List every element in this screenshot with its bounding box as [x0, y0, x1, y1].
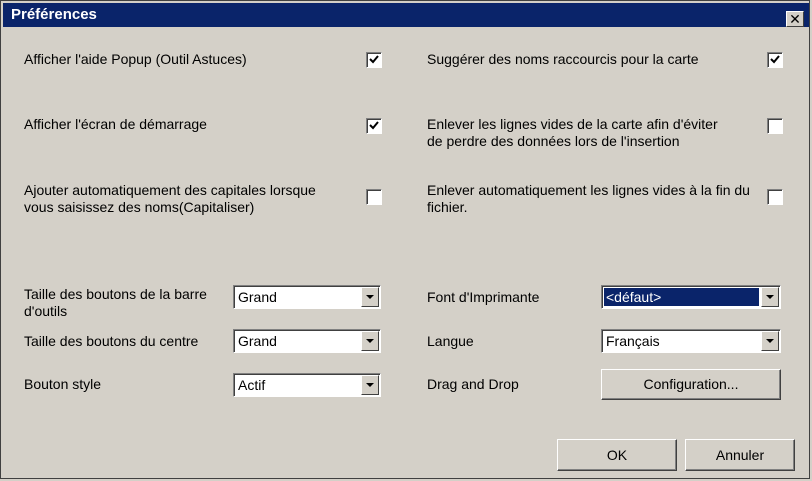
checkmark-icon [369, 121, 379, 130]
printer-font-select[interactable]: <défaut> [601, 285, 781, 309]
button-style-value: Actif [238, 377, 266, 393]
checkmark-icon [770, 55, 780, 64]
checkbox-startup-screen[interactable] [366, 118, 382, 134]
language-select[interactable]: Français [601, 329, 781, 353]
center-size-value: Grand [238, 333, 277, 349]
printer-font-label: Font d'Imprimante [427, 289, 540, 305]
close-button[interactable]: ✕ [786, 11, 804, 27]
chevron-down-icon[interactable] [361, 375, 379, 395]
checkbox-popup-help[interactable] [366, 52, 382, 68]
configuration-button[interactable]: Configuration... [601, 369, 781, 400]
center-size-label: Taille des boutons du centre [24, 333, 199, 349]
ok-button[interactable]: OK [557, 439, 677, 471]
option-label-popup-help: Afficher l'aide Popup (Outil Astuces) [24, 51, 247, 67]
checkbox-remove-empty-lines[interactable] [767, 118, 783, 134]
language-label: Langue [427, 333, 474, 349]
drag-drop-label: Drag and Drop [427, 376, 519, 392]
toolbar-size-value: Grand [238, 289, 277, 305]
option-label-short-names: Suggérer des noms raccourcis pour la car… [427, 51, 699, 67]
checkbox-remove-trailing-lines[interactable] [767, 189, 783, 205]
preferences-dialog: Préférences [0, 0, 810, 479]
chevron-down-icon[interactable] [761, 331, 779, 351]
option-label-remove-empty-lines: Enlever les lignes vides de la carte afi… [427, 116, 718, 149]
chevron-down-icon[interactable] [361, 287, 379, 307]
option-label-startup-screen: Afficher l'écran de démarrage [24, 116, 207, 132]
checkmark-icon [369, 55, 379, 64]
button-style-select[interactable]: Actif [233, 373, 381, 397]
window-title: Préférences [11, 6, 97, 23]
option-label-remove-trailing-lines: Enlever automatiquement les lignes vides… [427, 182, 750, 215]
printer-font-value: <défaut> [606, 289, 662, 305]
cancel-button[interactable]: Annuler [685, 439, 795, 471]
button-style-label: Bouton style [24, 376, 102, 392]
checkbox-capitalize[interactable] [366, 189, 382, 205]
center-size-select[interactable]: Grand [233, 329, 381, 353]
option-label-capitalize: Ajouter automatiquement des capitales lo… [24, 182, 316, 215]
title-bar[interactable]: Préférences [3, 3, 809, 27]
toolbar-size-label: Taille des boutons de la barre d'outils [24, 286, 207, 319]
chevron-down-icon[interactable] [361, 331, 379, 351]
checkbox-short-names[interactable] [767, 52, 783, 68]
chevron-down-icon[interactable] [761, 287, 779, 307]
toolbar-size-select[interactable]: Grand [233, 285, 381, 309]
language-value: Français [606, 333, 660, 349]
close-icon: ✕ [789, 11, 801, 27]
